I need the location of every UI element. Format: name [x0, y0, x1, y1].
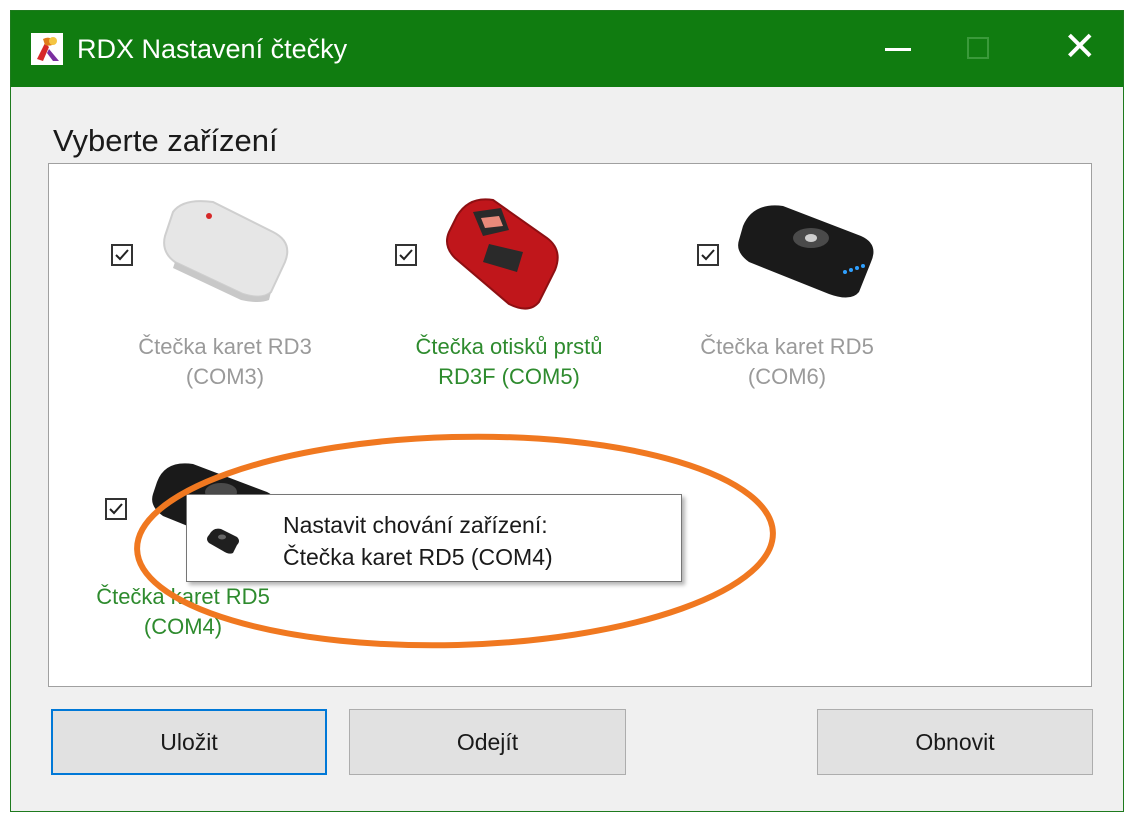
- device-item-rd5-com6[interactable]: Čtečka karet RD5 (COM6): [657, 192, 917, 432]
- maximize-icon: [967, 37, 989, 59]
- leave-button[interactable]: Odejít: [349, 709, 626, 775]
- red-fingerprint-reader-icon: [446, 198, 559, 310]
- maximize-button[interactable]: [941, 11, 1021, 87]
- close-button[interactable]: ✕: [1045, 11, 1125, 87]
- save-button[interactable]: Uložit: [51, 709, 327, 775]
- settings-window: RDX Nastavení čtečky ✕ Vyberte zařízení: [10, 10, 1124, 812]
- checkmark-icon: [701, 249, 715, 261]
- app-logo-icon: [31, 33, 63, 65]
- device-label: Čtečka karet RD3 (COM3): [138, 334, 312, 389]
- black-card-reader-icon: [738, 205, 874, 298]
- device-item-rd3f-com5[interactable]: Čtečka otisků prstů RD3F (COM5): [379, 192, 639, 432]
- minimize-button[interactable]: [861, 11, 941, 87]
- device-label: Čtečka karet RD5 (COM6): [700, 334, 874, 389]
- checkmark-icon: [109, 503, 123, 515]
- close-icon: ✕: [1063, 25, 1097, 69]
- device-label: Čtečka karet RD5 (COM4): [96, 584, 270, 639]
- device-checkbox[interactable]: [697, 244, 719, 266]
- device-item-rd3-com3[interactable]: Čtečka karet RD3 (COM3): [95, 192, 355, 432]
- minimize-icon: [885, 48, 911, 51]
- tooltip-text: Nastavit chování zařízení: Čtečka karet …: [283, 512, 553, 570]
- device-list-panel: Čtečka karet RD3 (COM3) Čtečka otisků pr…: [48, 163, 1092, 687]
- checkmark-icon: [115, 249, 129, 261]
- window-title: RDX Nastavení čtečky: [77, 34, 348, 64]
- checkmark-icon: [399, 249, 413, 261]
- device-checkbox[interactable]: [395, 244, 417, 266]
- section-heading: Vyberte zařízení: [53, 123, 278, 158]
- title-bar[interactable]: RDX Nastavení čtečky ✕: [11, 11, 1123, 87]
- device-tooltip: Nastavit chování zařízení: Čtečka karet …: [186, 494, 682, 582]
- device-checkbox[interactable]: [111, 244, 133, 266]
- card-reader-icon: [207, 528, 239, 554]
- device-checkbox[interactable]: [105, 498, 127, 520]
- white-card-reader-icon: [163, 200, 289, 302]
- refresh-button[interactable]: Obnovit: [817, 709, 1093, 775]
- device-label: Čtečka otisků prstů RD3F (COM5): [415, 334, 603, 389]
